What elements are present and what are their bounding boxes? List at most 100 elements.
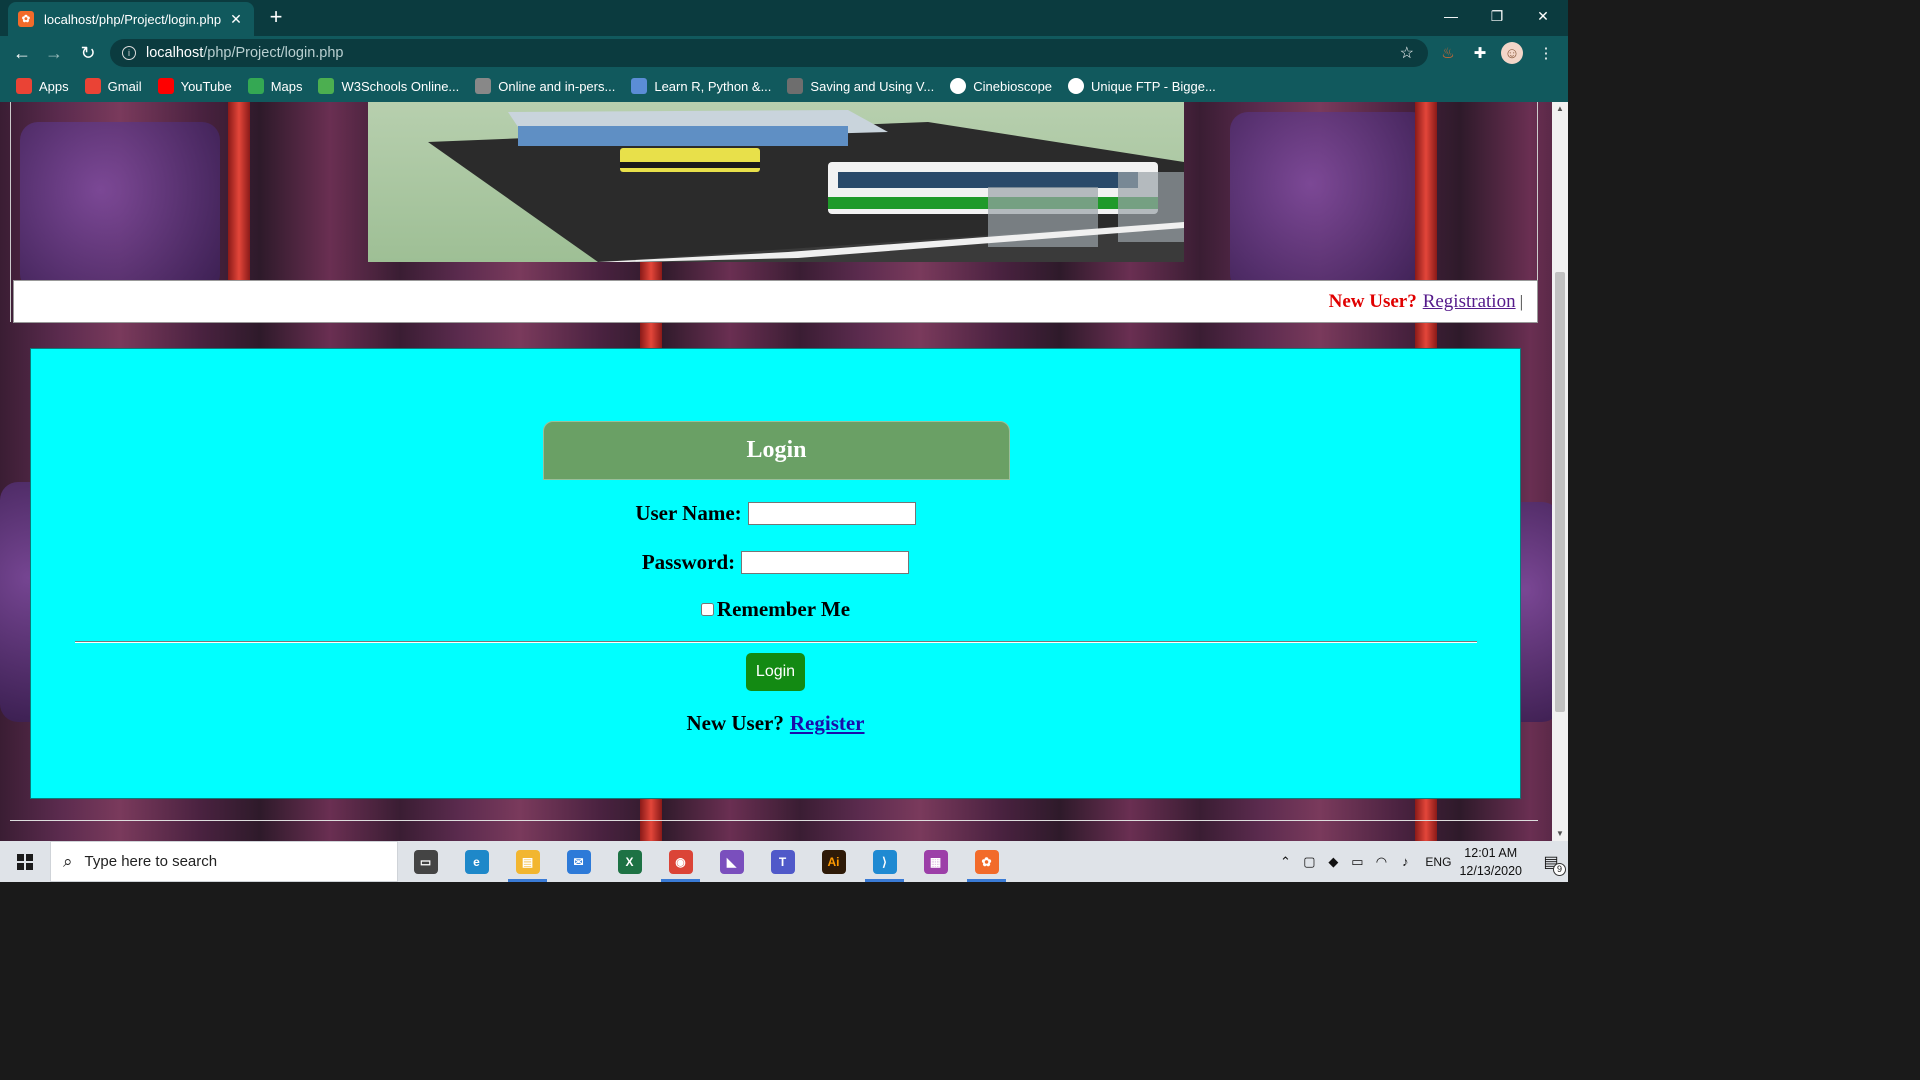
tab-title: localhost/php/Project/login.php	[44, 11, 222, 27]
dropbox-icon[interactable]: ◆	[1321, 854, 1345, 870]
taskbar-app-button[interactable]: ▤	[502, 841, 553, 882]
remember-me-checkbox[interactable]	[700, 603, 714, 616]
back-arrow-icon[interactable]: ←	[10, 41, 34, 65]
bookmark-label: Apps	[39, 78, 69, 94]
bookmark-item[interactable]: Unique FTP - Bigge...	[1068, 78, 1216, 94]
chrome-icon: ◉	[668, 849, 693, 874]
bookmark-label: Learn R, Python &...	[654, 78, 772, 94]
bookmark-item[interactable]: Online and in-pers...	[475, 78, 615, 94]
bookmark-item[interactable]: YouTube	[157, 78, 232, 94]
notification-count-badge: 9	[1553, 862, 1566, 876]
bookmark-item[interactable]: Apps	[16, 78, 69, 94]
reload-icon[interactable]: ↻	[76, 41, 100, 65]
scroll-up-arrow-icon[interactable]: ▲	[1552, 102, 1568, 116]
bookmark-item[interactable]: W3Schools Online...	[318, 78, 459, 94]
taskbar-app-button[interactable]: T	[757, 841, 808, 882]
search-icon: ⌕	[63, 851, 73, 871]
taskbar-app-button[interactable]: ▭	[400, 841, 451, 882]
scroll-down-arrow-icon[interactable]: ▼	[1552, 827, 1568, 841]
taskbar-apps: ▭ e ▤ ✉ X ◉ ◣ T Ai ⟩ ▦ ✿	[400, 841, 1012, 882]
clock[interactable]: 12:01 AM 12/13/2020	[1459, 844, 1522, 880]
windows-taskbar: ⌕ Type here to search ▭ e ▤ ✉ X ◉ ◣ T Ai ⟩ ▦ ✿ ⌃ ▢ …	[0, 841, 1568, 882]
taskbar-app-button[interactable]: ✉	[553, 841, 604, 882]
w3schools-icon	[318, 78, 335, 94]
password-input[interactable]	[741, 551, 910, 574]
meet-now-icon[interactable]: ▢	[1297, 854, 1321, 870]
form-divider	[75, 641, 1477, 643]
bookmark-item[interactable]: Saving and Using V...	[787, 78, 934, 94]
site-info-icon[interactable]: i	[122, 46, 136, 60]
profile-avatar-icon[interactable]: ☺	[1501, 42, 1523, 64]
minimize-button[interactable]: —	[1428, 0, 1474, 32]
youtube-icon	[157, 78, 174, 94]
address-bar[interactable]: i localhost/php/Project/login.php ☆	[110, 39, 1428, 67]
page-scrollbar[interactable]: ▲ ▼	[1552, 102, 1568, 841]
battery-icon[interactable]: ▭	[1345, 854, 1369, 870]
edge-icon: e	[464, 849, 489, 874]
remember-row: Remember Me	[31, 597, 1520, 622]
taskbar-app-button[interactable]: e	[451, 841, 502, 882]
bookmark-star-icon[interactable]: ☆	[1400, 43, 1414, 63]
file-explorer-icon: ▤	[515, 849, 540, 874]
taskbar-app-button[interactable]: ▦	[910, 841, 961, 882]
notifications-icon[interactable]: ▤ 9	[1534, 852, 1568, 876]
url-host: localhost	[146, 45, 204, 61]
apps-grid-icon	[16, 78, 32, 94]
bookmark-label: Unique FTP - Bigge...	[1091, 78, 1216, 94]
password-row: Password:	[31, 550, 1520, 575]
wifi-icon[interactable]: ◠	[1369, 854, 1393, 870]
login-submit-button[interactable]: Login	[746, 653, 805, 691]
mail-icon: ✉	[566, 849, 591, 874]
browser-tab[interactable]: ✿ localhost/php/Project/login.php ✕	[8, 2, 254, 36]
taskbar-app-button[interactable]: ⟩	[859, 841, 910, 882]
taskbar-app-button[interactable]: ✿	[961, 841, 1012, 882]
restore-button[interactable]: ❐	[1474, 0, 1520, 32]
illustrator-icon: Ai	[821, 849, 846, 874]
username-label: User Name:	[635, 501, 742, 525]
bookmark-label: W3Schools Online...	[341, 78, 460, 94]
windows-logo-icon	[17, 853, 33, 870]
bookmark-item[interactable]: Cinebioscope	[950, 78, 1052, 94]
taskbar-app-button[interactable]: ◉	[655, 841, 706, 882]
taskbar-app-button[interactable]: X	[604, 841, 655, 882]
globe-icon	[1068, 78, 1085, 94]
bookmarks-bar: Apps Gmail YouTube Maps W3Schools Online... O…	[0, 70, 1568, 102]
scrollbar-thumb[interactable]	[1555, 272, 1565, 712]
bookmark-label: Saving and Using V...	[810, 78, 935, 94]
search-placeholder: Type here to search	[84, 853, 218, 870]
taskbar-search-box[interactable]: ⌕ Type here to search	[50, 841, 398, 882]
username-row: User Name:	[31, 501, 1520, 526]
bookmark-label: Gmail	[107, 78, 142, 94]
bookmark-item[interactable]: Learn R, Python &...	[631, 78, 771, 94]
nav-separator: |	[1519, 291, 1523, 311]
new-user-label: New User?	[1328, 290, 1417, 312]
taskbar-app-button[interactable]: ◣	[706, 841, 757, 882]
new-user-text: New User?	[686, 711, 784, 735]
register-row: New User? Register	[31, 711, 1520, 736]
clock-date: 12/13/2020	[1459, 863, 1522, 878]
language-indicator[interactable]: ENG	[1425, 855, 1451, 869]
login-heading: Login	[543, 421, 1010, 480]
login-panel: Login User Name: Password: Remember Me L…	[30, 348, 1521, 799]
forward-arrow-icon[interactable]: →	[42, 41, 66, 65]
new-tab-button[interactable]: +	[264, 4, 288, 32]
bookmark-item[interactable]: Maps	[247, 78, 302, 94]
browser-toolbar: ← → ↻ i localhost/php/Project/login.php …	[0, 36, 1568, 70]
volume-icon[interactable]: ♪	[1393, 854, 1417, 869]
menu-kebab-icon[interactable]: ⋮	[1535, 42, 1557, 64]
tab-close-icon[interactable]: ✕	[228, 11, 244, 28]
register-link[interactable]: Register	[790, 711, 865, 736]
registration-link[interactable]: Registration	[1423, 291, 1516, 313]
show-hidden-icons-chevron-icon[interactable]: ⌃	[1273, 854, 1297, 870]
extension-fire-icon[interactable]: ♨	[1437, 42, 1459, 64]
remember-me-label[interactable]: Remember Me	[717, 597, 850, 622]
username-input[interactable]	[747, 502, 916, 525]
start-button[interactable]	[0, 841, 50, 882]
close-window-button[interactable]: ✕	[1520, 0, 1566, 32]
taskbar-app-button[interactable]: Ai	[808, 841, 859, 882]
extensions-puzzle-icon[interactable]: ✚	[1469, 42, 1491, 64]
task-view-icon: ▭	[413, 849, 438, 874]
shield-icon	[631, 78, 648, 94]
bookmark-label: Online and in-pers...	[498, 78, 616, 94]
bookmark-item[interactable]: Gmail	[84, 78, 142, 94]
